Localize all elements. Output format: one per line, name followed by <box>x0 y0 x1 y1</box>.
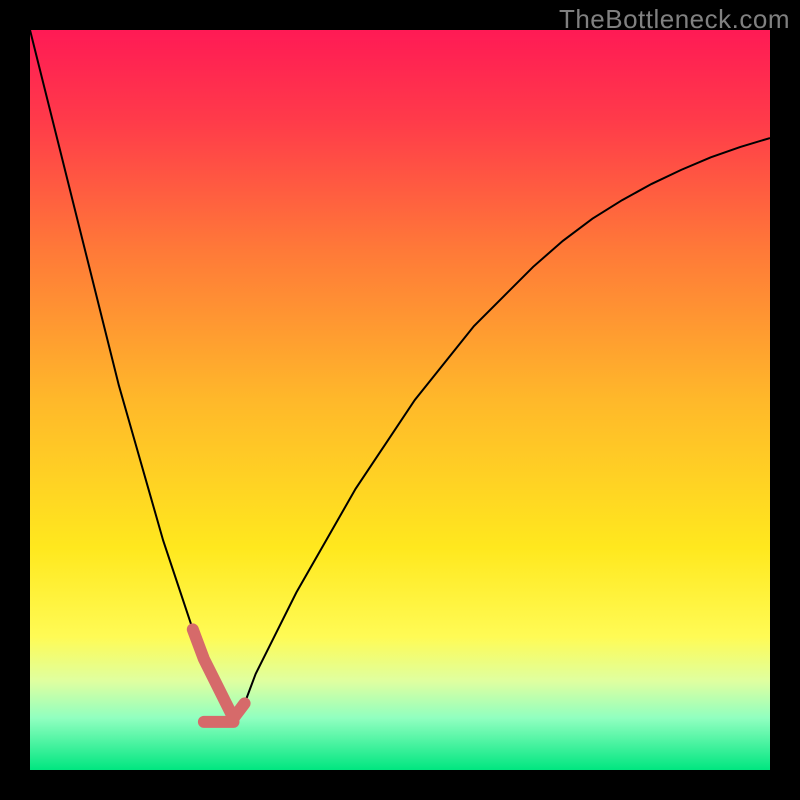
gradient-background <box>30 30 770 770</box>
chart-svg <box>30 30 770 770</box>
bottleneck-chart <box>30 30 770 770</box>
chart-frame: TheBottleneck.com <box>0 0 800 800</box>
